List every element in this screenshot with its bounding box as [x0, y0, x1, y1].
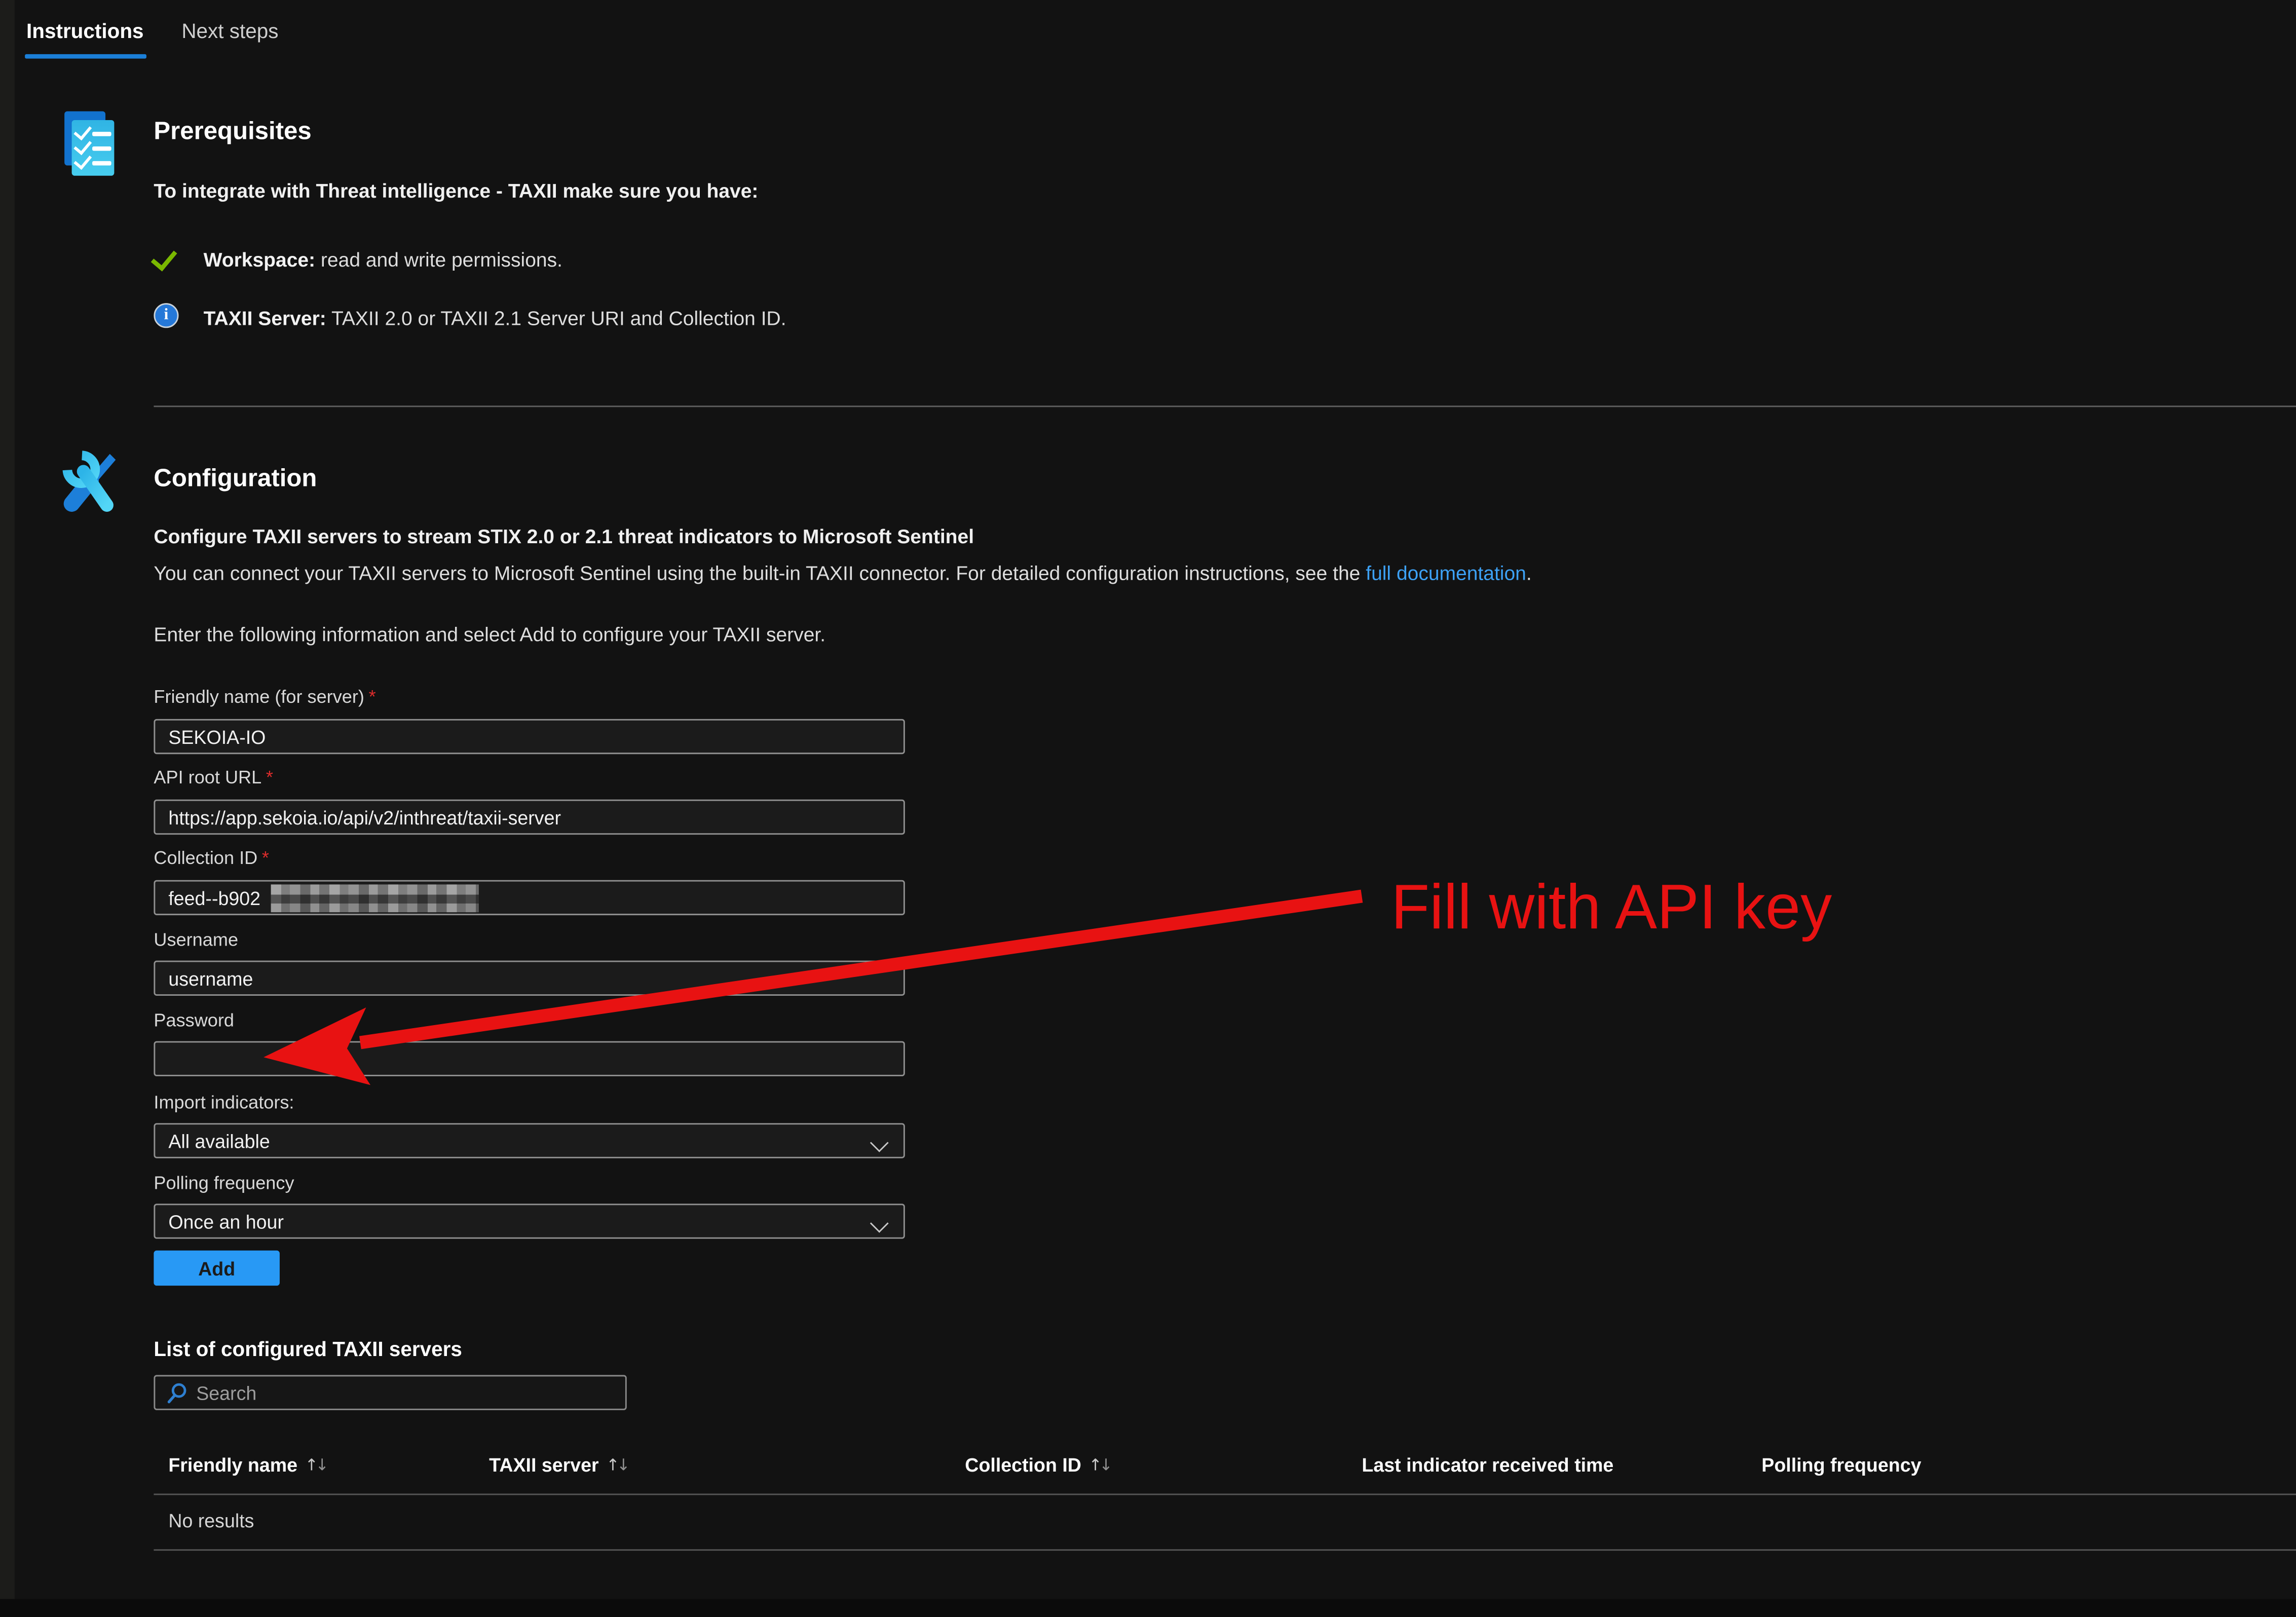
section-divider [154, 405, 2296, 407]
collection-id-input[interactable]: feed--b902 [154, 880, 905, 915]
redacted-value-blur [271, 884, 479, 912]
configuration-subtitle: Configure TAXII servers to stream STIX 2… [154, 525, 974, 547]
tab-instructions[interactable]: Instructions [26, 20, 144, 41]
import-indicators-select[interactable]: All available [154, 1123, 905, 1158]
column-header-polling-frequency[interactable]: Polling frequency [1747, 1454, 2296, 1476]
password-label: Password [154, 1010, 234, 1031]
prerequisite-taxii-server: TAXII Server: TAXII 2.0 or TAXII 2.1 Ser… [204, 308, 786, 329]
server-search-box[interactable] [154, 1375, 626, 1410]
search-icon [167, 1381, 187, 1403]
prerequisites-title: Prerequisites [154, 117, 311, 146]
api-root-url-label: API root URL* [154, 767, 273, 787]
tab-next-steps[interactable]: Next steps [181, 20, 278, 41]
footer-strip [0, 1599, 2296, 1617]
api-root-url-input[interactable] [154, 800, 905, 835]
left-edge-strip [0, 0, 15, 1616]
empty-table-message: No results [168, 1510, 254, 1531]
username-label: Username [154, 930, 238, 950]
import-indicators-label: Import indicators: [154, 1093, 294, 1113]
sort-icon[interactable]: ↑↓ [305, 1455, 326, 1475]
prerequisite-workspace: Workspace: read and write permissions. [204, 249, 562, 271]
chevron-down-icon [870, 1134, 889, 1152]
full-documentation-link[interactable]: full documentation [1366, 562, 1526, 584]
taxii-connector-page: Instructions Next steps Prerequisites To… [0, 0, 2296, 1616]
sort-icon[interactable]: ↑↓ [1088, 1455, 1110, 1475]
table-divider-bottom [154, 1549, 2296, 1551]
collection-id-label: Collection ID* [154, 848, 269, 868]
column-header-taxii-server[interactable]: TAXII server ↑↓ [474, 1454, 950, 1476]
table-header-row: Friendly name ↑↓ TAXII server ↑↓ Collect… [154, 1454, 2296, 1476]
sort-icon[interactable]: ↑↓ [606, 1455, 627, 1475]
configuration-description: You can connect your TAXII servers to Mi… [154, 562, 1531, 584]
polling-frequency-label: Polling frequency [154, 1173, 294, 1193]
password-input[interactable] [154, 1041, 905, 1076]
polling-frequency-select[interactable]: Once an hour [154, 1204, 905, 1238]
annotation-text: Fill with API key [1391, 873, 1832, 945]
friendly-name-input[interactable] [154, 719, 905, 754]
chevron-down-icon [870, 1214, 889, 1233]
configuration-tools-icon [61, 449, 120, 520]
configuration-instruction: Enter the following information and sele… [154, 624, 825, 646]
configuration-title: Configuration [154, 464, 317, 494]
search-input[interactable] [187, 1380, 625, 1405]
prerequisites-intro: To integrate with Threat intelligence - … [154, 180, 758, 202]
add-button[interactable]: Add [154, 1251, 280, 1286]
tab-active-underline [25, 54, 146, 59]
check-icon [157, 246, 171, 269]
table-divider-top [154, 1493, 2296, 1495]
column-header-last-indicator-time[interactable]: Last indicator received time [1347, 1454, 1747, 1476]
friendly-name-label: Friendly name (for server)* [154, 687, 375, 707]
column-header-collection-id[interactable]: Collection ID ↑↓ [950, 1454, 1347, 1476]
prerequisites-checklist-icon [64, 111, 114, 176]
column-header-friendly-name[interactable]: Friendly name ↑↓ [154, 1454, 474, 1476]
server-list-title: List of configured TAXII servers [154, 1337, 462, 1360]
username-input[interactable] [154, 961, 905, 996]
info-icon: i [154, 303, 178, 328]
